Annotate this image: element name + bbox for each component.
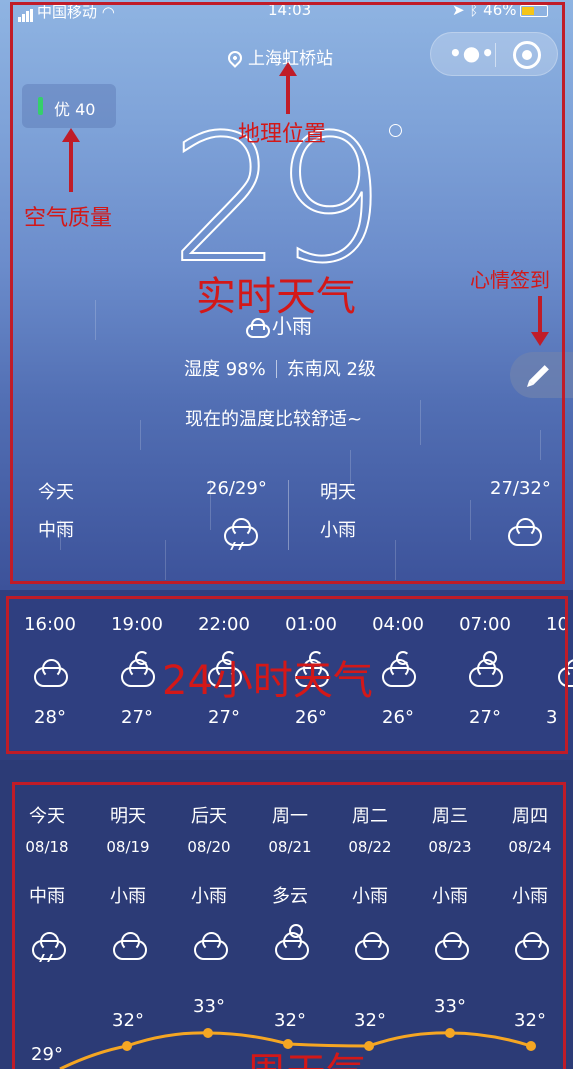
- annotation-arrow: [531, 296, 549, 346]
- annotation-location: 地理位置: [238, 122, 327, 147]
- annotation-weekly: 周天气: [246, 1040, 366, 1069]
- annotation-box-weekly: [12, 782, 566, 1069]
- annotation-arrow: [62, 128, 80, 192]
- annotation-hourly: 24小时天气: [162, 658, 373, 704]
- annotation-realtime: 实时天气: [196, 274, 356, 320]
- annotation-mood-checkin: 心情签到: [470, 268, 550, 292]
- annotation-arrow: [279, 62, 297, 114]
- annotation-air-quality: 空气质量: [24, 206, 113, 231]
